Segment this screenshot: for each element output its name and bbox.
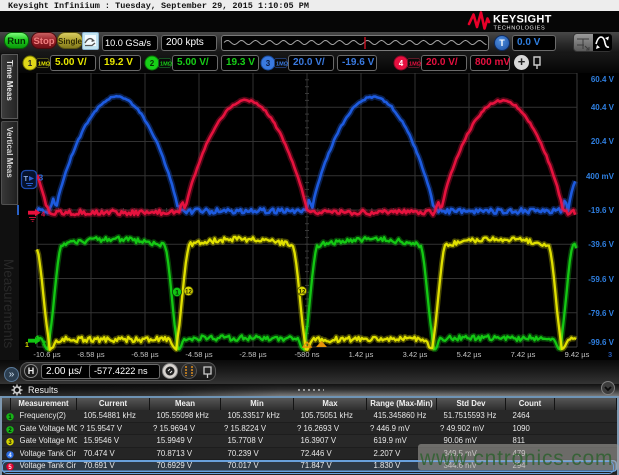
- svg-text:-79.6 V: -79.6 V: [588, 309, 614, 318]
- svg-text:400 mV: 400 mV: [586, 172, 615, 181]
- svg-text:60.4 V: 60.4 V: [591, 75, 615, 84]
- svg-text:2: 2: [42, 339, 46, 348]
- svg-text:-59.6 V: -59.6 V: [588, 275, 614, 284]
- svg-text:-19.6 V: -19.6 V: [588, 206, 614, 215]
- svg-text:1: 1: [28, 59, 33, 68]
- svg-text:TECHNOLOGIES: TECHNOLOGIES: [494, 26, 546, 32]
- svg-text:-6.58 µs: -6.58 µs: [131, 350, 158, 359]
- svg-text:1MΩ: 1MΩ: [276, 62, 289, 68]
- svg-text:5.42 µs: 5.42 µs: [457, 350, 482, 359]
- svg-text:12: 12: [299, 290, 306, 296]
- svg-text:T: T: [24, 174, 29, 183]
- svg-text:-580 ns: -580 ns: [294, 350, 319, 359]
- svg-text:20.4 V: 20.4 V: [591, 137, 615, 146]
- svg-text:-8.58 µs: -8.58 µs: [77, 350, 104, 359]
- svg-text:-4.58 µs: -4.58 µs: [185, 350, 212, 359]
- svg-text:-39.6 V: -39.6 V: [588, 240, 614, 249]
- svg-text:1MΩ: 1MΩ: [160, 62, 173, 68]
- svg-text:3: 3: [266, 59, 271, 68]
- svg-text:1.42 µs: 1.42 µs: [349, 350, 374, 359]
- svg-text:1: 1: [175, 290, 179, 297]
- svg-text:-10.6 µs: -10.6 µs: [33, 350, 60, 359]
- svg-text:1MΩ: 1MΩ: [409, 62, 422, 68]
- svg-text:3.42 µs: 3.42 µs: [403, 350, 428, 359]
- svg-text:-99.6 V: -99.6 V: [588, 338, 614, 347]
- svg-text:9.42 µs: 9.42 µs: [565, 350, 590, 359]
- svg-text:1: 1: [25, 342, 29, 349]
- svg-text:4: 4: [399, 59, 404, 68]
- svg-text:40.4 V: 40.4 V: [591, 103, 615, 112]
- svg-text:3: 3: [608, 350, 612, 359]
- svg-text:7.42 µs: 7.42 µs: [511, 350, 536, 359]
- svg-text:2: 2: [150, 59, 155, 68]
- svg-text:1MΩ: 1MΩ: [38, 62, 51, 68]
- svg-text:-2.58 µs: -2.58 µs: [239, 350, 266, 359]
- svg-text:KEYSIGHT: KEYSIGHT: [493, 14, 552, 26]
- svg-text:3: 3: [39, 173, 44, 183]
- svg-text:12: 12: [185, 290, 192, 296]
